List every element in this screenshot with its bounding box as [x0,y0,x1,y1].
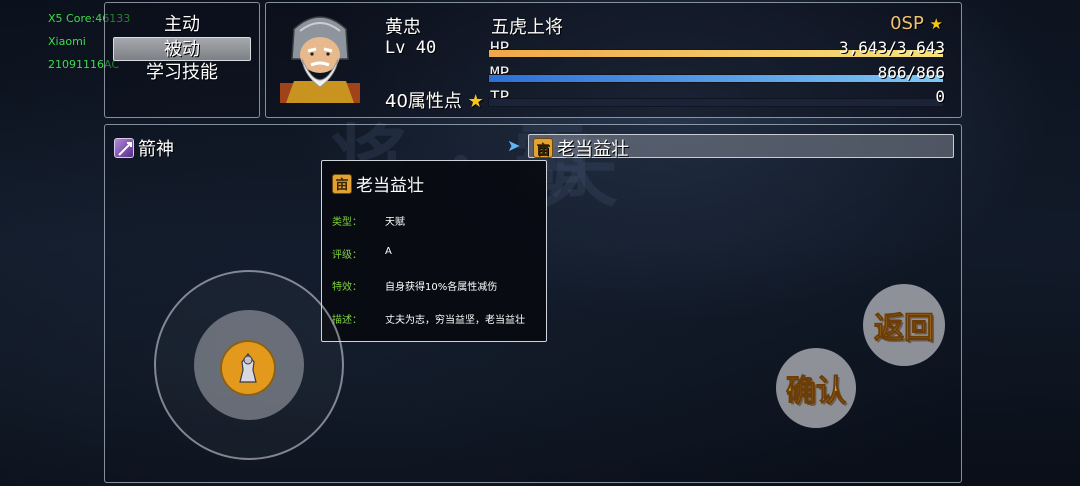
hp-value: 3,643/3,643 [839,38,945,57]
tooltip-key: 评级： [332,250,362,261]
tooltip-title-text: 老当益壮 [356,176,424,196]
skill-points: 0SP ★ [890,13,943,34]
back-button[interactable]: 返回 [863,284,945,366]
attribute-points-label[interactable]: 40属性点 ★ [385,87,484,113]
mp-value: 866/866 [877,63,945,82]
skill-item-content: 亩 老当益壮 [533,135,629,161]
confirm-button[interactable]: 确认 [776,348,856,428]
joystick-character-icon[interactable] [220,340,276,396]
skill-type-menu: 主动 被动 学习技能 [104,2,260,118]
talent-icon: 亩 [533,138,553,158]
attribute-points-text: 40属性点 [385,91,462,112]
debug-brand-label: Xiaomi [48,35,86,48]
skill-item-arrow-god[interactable]: 箭神 [114,135,174,161]
star-icon: ★ [467,91,484,112]
tooltip-key: 特效： [332,282,362,293]
tooltip-key: 描述： [332,315,362,326]
talent-icon: 亩 [332,173,352,194]
skill-points-value: 0SP [890,13,924,34]
menu-item-learn-skills[interactable]: 学习技能 [113,61,251,85]
tooltip-value: 天赋 [385,217,405,228]
skill-item-label: 箭神 [138,139,174,160]
skill-tooltip: 亩 老当益壮 类型： 天赋 评级： A 特效： 自身获得10%各属性减伤 描述：… [321,160,547,342]
tp-value: 0 [935,87,945,106]
tooltip-title: 亩 老当益壮 [332,171,424,196]
character-name: 黄忠 [385,17,421,38]
menu-item-passive-skills[interactable]: 被动 [113,37,251,61]
menu-item-active-skills[interactable]: 主动 [113,13,251,37]
tooltip-key: 类型： [332,217,362,228]
selection-cursor-icon: ➤ [507,136,521,155]
character-level: Lv 40 [385,38,437,58]
double-star-icon: ★ [929,15,943,33]
arrow-skill-icon [114,138,134,158]
skill-item-label: 老当益壮 [557,139,629,160]
skill-item-old-but-strong[interactable]: ➤ 亩 老当益壮 [507,134,954,161]
character-portrait [280,9,360,103]
character-class: 五虎上将 [491,17,563,38]
character-status-panel: 黄忠 Lv 40 40属性点 ★ 五虎上将 0SP ★ HP 3,643/3,6… [265,2,962,118]
tooltip-value: A [385,246,392,257]
tooltip-value: 自身获得10%各属性减伤 [385,282,498,293]
tooltip-value: 丈夫为志，穷当益坚，老当益壮 [385,315,525,326]
